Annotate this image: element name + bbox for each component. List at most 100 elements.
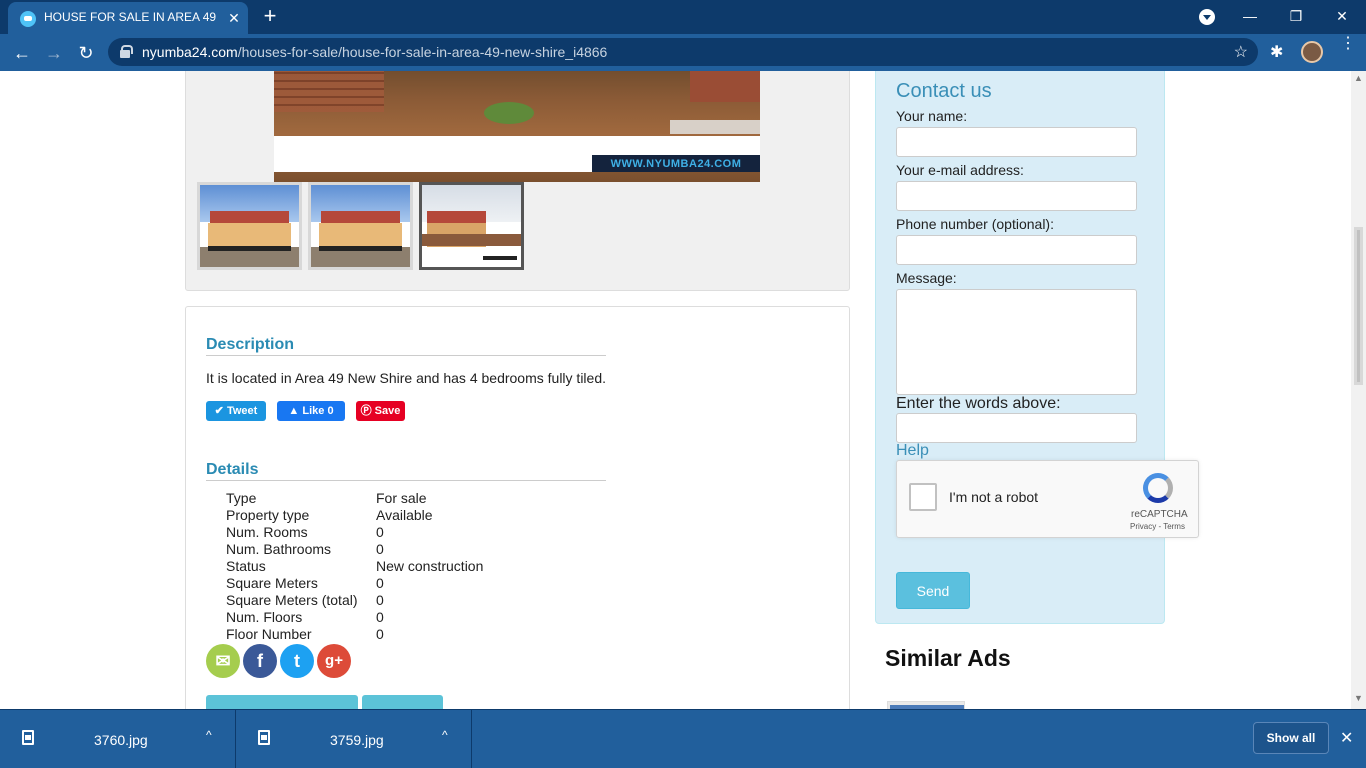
detail-key: Status [226, 558, 266, 574]
photo-bricks [274, 71, 384, 112]
captcha-label: Enter the words above: [896, 395, 1061, 412]
recaptcha-privacy-links[interactable]: Privacy - Terms [1130, 522, 1185, 531]
listing-content: Description It is located in Area 49 New… [185, 306, 850, 709]
description-text: It is located in Area 49 New Shire and h… [206, 370, 606, 386]
help-link[interactable]: Help [896, 442, 929, 460]
image-file-icon [258, 730, 270, 745]
detail-value: 0 [376, 626, 384, 642]
send-button[interactable]: Send [896, 572, 970, 609]
tweet-label: Tweet [226, 405, 258, 417]
profile-menu-icon[interactable] [1199, 9, 1215, 25]
download-bar: 3760.jpg ^ 3759.jpg ^ Show all ✕ [0, 709, 1366, 768]
recaptcha-checkbox[interactable] [909, 483, 937, 511]
recaptcha-logo-icon [1143, 473, 1173, 503]
contact-title: Contact us [896, 80, 992, 102]
browser-menu-icon[interactable]: ⋮ [1340, 36, 1356, 52]
browser-toolbar: ← → ↻ nyumba24.com/houses-for-sale/house… [0, 34, 1366, 71]
detail-value: 0 [376, 541, 384, 557]
photo-wall [690, 71, 760, 102]
page-scrollbar[interactable]: ▲ ▼ [1351, 71, 1366, 709]
detail-key: Square Meters (total) [226, 592, 358, 608]
avatar[interactable] [1301, 41, 1323, 63]
image-file-icon [22, 730, 34, 745]
phone-field[interactable] [896, 235, 1137, 265]
recaptcha-text: I'm not a robot [949, 489, 1039, 505]
detail-value: 0 [376, 524, 384, 540]
new-tab-button[interactable]: + [258, 4, 282, 28]
tweet-button[interactable]: ✔ Tweet [206, 401, 266, 421]
detail-value: 0 [376, 575, 384, 591]
download-filename: 3760.jpg [94, 732, 148, 748]
back-icon[interactable]: ← [10, 41, 34, 65]
twitter-bird-icon: ✔ [214, 405, 227, 417]
forward-icon[interactable]: → [42, 41, 66, 65]
site-favicon-icon [20, 11, 36, 27]
google-plus-share-icon[interactable]: g+ [317, 644, 351, 678]
download-filename: 3759.jpg [330, 732, 384, 748]
details-heading: Details [206, 461, 606, 481]
email-share-icon[interactable]: ✉ [206, 644, 240, 678]
page-viewport: WWW.NYUMBA24.COM Description It is locat… [0, 71, 1351, 709]
tab-title: HOUSE FOR SALE IN AREA 49 NE [44, 10, 220, 24]
captcha-field[interactable] [896, 413, 1137, 443]
thumb-base [207, 245, 292, 251]
detail-value: 0 [376, 592, 384, 608]
detail-key: Num. Rooms [226, 524, 308, 540]
thumb-wall [318, 222, 403, 248]
email-field[interactable] [896, 181, 1137, 211]
browser-tab[interactable]: HOUSE FOR SALE IN AREA 49 NE ✕ [8, 2, 248, 34]
photo-grass [484, 102, 534, 124]
like-label: Like 0 [302, 405, 334, 417]
minimize-button[interactable]: — [1230, 4, 1270, 28]
gallery-thumbnail-selected[interactable] [419, 182, 524, 270]
reload-icon[interactable]: ↻ [74, 41, 98, 65]
thumb-wall [207, 222, 292, 248]
show-all-button[interactable]: Show all [1253, 722, 1329, 754]
detail-value: Available [376, 507, 433, 523]
gallery-thumbnail[interactable] [308, 182, 413, 270]
detail-key: Floor Number [226, 626, 312, 642]
name-label: Your name: [896, 108, 968, 124]
facebook-like-button[interactable]: ▲ Like 0 [277, 401, 345, 421]
detail-key: Num. Floors [226, 609, 303, 625]
detail-value: New construction [376, 558, 484, 574]
pinterest-save-button[interactable]: Ⓟ Save [356, 401, 405, 421]
download-item[interactable]: 3759.jpg ^ [236, 710, 472, 768]
phone-label: Phone number (optional): [896, 216, 1054, 232]
scroll-down-icon[interactable]: ▼ [1354, 693, 1363, 703]
tab-bar: HOUSE FOR SALE IN AREA 49 NE ✕ + — ❐ ✕ [0, 0, 1366, 34]
action-button-partial[interactable] [362, 695, 443, 709]
url-host: nyumba24.com [142, 44, 238, 60]
restore-button[interactable]: ❐ [1276, 4, 1316, 28]
window-close-button[interactable]: ✕ [1322, 4, 1362, 28]
chevron-up-icon[interactable]: ^ [442, 728, 448, 742]
pinterest-icon: Ⓟ [360, 405, 375, 417]
email-label: Your e-mail address: [896, 162, 1024, 178]
chevron-up-icon[interactable]: ^ [206, 728, 212, 742]
download-item[interactable]: 3760.jpg ^ [0, 710, 236, 768]
photo-pale-area [670, 120, 760, 134]
name-field[interactable] [896, 127, 1137, 157]
contact-form: Contact us Your name: Your e-mail addres… [875, 71, 1199, 624]
extensions-puzzle-icon[interactable]: ✱ [1270, 42, 1283, 62]
recaptcha-widget: I'm not a robot reCAPTCHA Privacy - Term… [896, 460, 1199, 538]
gallery-thumbnail[interactable] [197, 182, 302, 270]
similar-ad-thumbnail[interactable] [887, 701, 965, 709]
scrollbar-thumb[interactable] [1354, 227, 1363, 385]
photo-watermark: WWW.NYUMBA24.COM [592, 155, 760, 172]
close-download-bar-icon[interactable]: ✕ [1340, 728, 1353, 748]
facebook-share-icon[interactable]: f [243, 644, 277, 678]
address-bar[interactable]: nyumba24.com/houses-for-sale/house-for-s… [108, 38, 1258, 66]
action-button-partial[interactable] [206, 695, 358, 709]
tab-close-icon[interactable]: ✕ [224, 8, 244, 28]
similar-ads-heading: Similar Ads [885, 645, 1011, 671]
bookmark-star-icon[interactable]: ☆ [1234, 42, 1248, 62]
thumb-base [318, 245, 403, 251]
recaptcha-brand: reCAPTCHA [1131, 509, 1188, 520]
twitter-share-icon[interactable]: t [280, 644, 314, 678]
scroll-up-icon[interactable]: ▲ [1354, 73, 1363, 83]
message-textarea[interactable] [896, 289, 1137, 395]
description-heading: Description [206, 336, 606, 356]
message-label: Message: [896, 270, 957, 286]
thumb-base [483, 255, 518, 260]
